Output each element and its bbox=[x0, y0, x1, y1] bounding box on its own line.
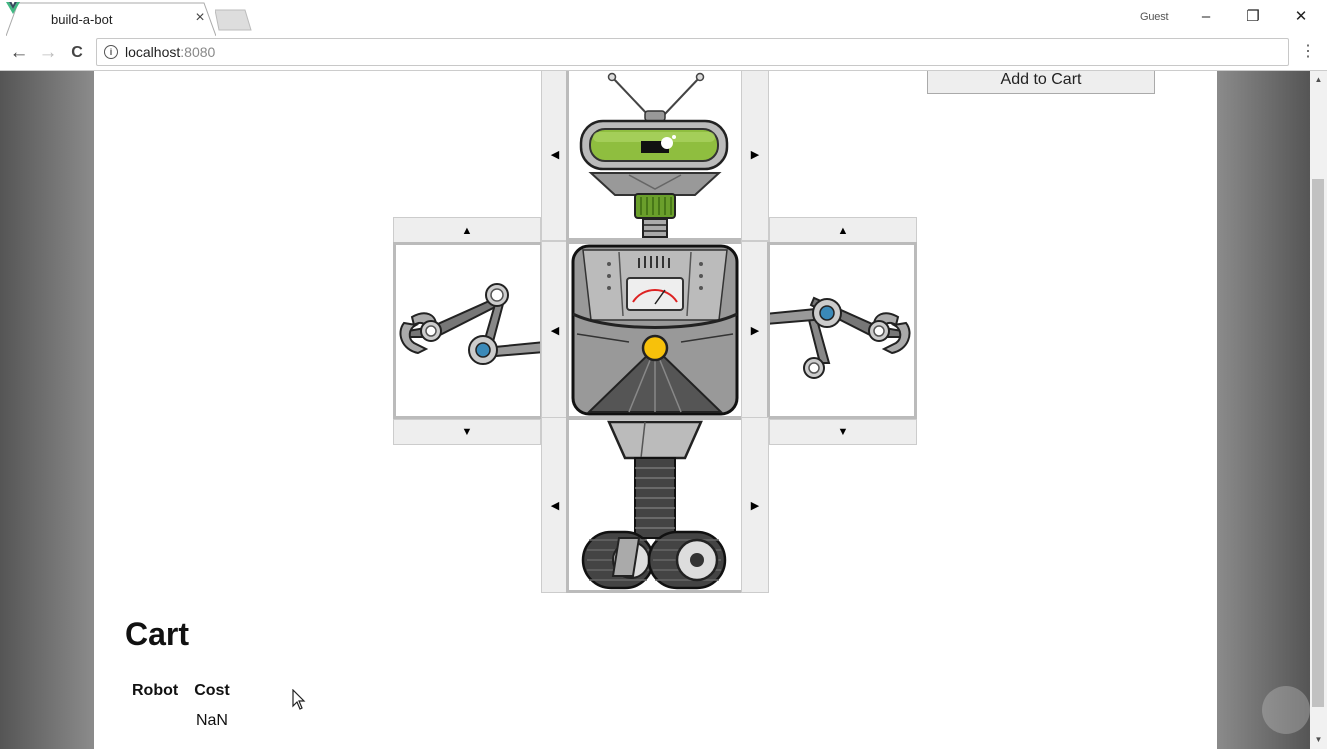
scroll-thumb[interactable] bbox=[1312, 179, 1324, 707]
torso-prev-button[interactable]: ◀ bbox=[541, 241, 569, 419]
add-to-cart-button[interactable]: Add to Cart bbox=[927, 71, 1155, 94]
robot-base-image bbox=[581, 420, 727, 590]
tab-strip: build-a-bot × Guest – ❐ ✕ bbox=[0, 0, 1327, 36]
scroll-down-icon[interactable]: ▼ bbox=[1310, 735, 1327, 744]
vue-logo-icon bbox=[6, 2, 20, 14]
head-prev-button[interactable]: ◀ bbox=[541, 71, 569, 241]
browser-tab[interactable]: build-a-bot × bbox=[6, 2, 216, 36]
base-next-button[interactable]: ▶ bbox=[741, 417, 769, 593]
page-content: Add to Cart ◀ ▶ ▲ ▼ ◀ ▶ ▲ ▼ ◀ ▶ Cart Rob… bbox=[94, 71, 1217, 749]
right-arm-next-button[interactable]: ▼ bbox=[769, 419, 917, 445]
robot-left-arm-image bbox=[399, 283, 557, 365]
profile-label[interactable]: Guest bbox=[1140, 11, 1169, 23]
head-part bbox=[566, 71, 744, 241]
cart-title: Cart bbox=[125, 616, 190, 652]
scroll-up-icon[interactable]: ▲ bbox=[1310, 75, 1327, 84]
left-arm-prev-button[interactable]: ▲ bbox=[393, 217, 541, 244]
minimize-icon[interactable]: – bbox=[1184, 4, 1228, 30]
url-host: localhost bbox=[125, 44, 181, 60]
page-viewport: Add to Cart ◀ ▶ ▲ ▼ ◀ ▶ ▲ ▼ ◀ ▶ Cart Rob… bbox=[0, 71, 1310, 749]
right-arm-prev-button[interactable]: ▲ bbox=[769, 217, 917, 244]
url-text[interactable]: localhost:8080 bbox=[125, 44, 215, 60]
base-part bbox=[566, 417, 744, 593]
cart-table: Robot Cost NaN bbox=[124, 679, 238, 739]
close-window-icon[interactable]: ✕ bbox=[1279, 4, 1323, 30]
play-overlay-icon bbox=[1262, 686, 1310, 734]
tab-title: build-a-bot bbox=[51, 12, 113, 27]
info-icon[interactable]: i bbox=[104, 45, 118, 59]
robot-cell bbox=[124, 703, 186, 739]
browser-toolbar: ← → C i localhost:8080 ⋮ bbox=[0, 36, 1327, 71]
cost-column-header: Cost bbox=[194, 682, 230, 699]
robot-head-image bbox=[579, 72, 729, 238]
browser-menu-icon[interactable]: ⋮ bbox=[1299, 42, 1317, 62]
page-scrollbar[interactable]: ▲ ▼ bbox=[1310, 71, 1327, 749]
left-arm-part bbox=[393, 242, 557, 419]
url-port: :8080 bbox=[180, 44, 216, 60]
right-arm-part bbox=[753, 242, 917, 419]
reload-icon[interactable]: C bbox=[65, 41, 89, 65]
restore-icon[interactable]: ❐ bbox=[1231, 4, 1275, 30]
cost-cell: NaN bbox=[195, 712, 228, 729]
torso-part bbox=[566, 241, 744, 419]
robot-torso-image bbox=[571, 244, 739, 416]
tab-close-icon[interactable]: × bbox=[191, 9, 209, 27]
forward-arrow-icon[interactable]: → bbox=[36, 41, 60, 65]
robot-right-arm-image bbox=[753, 296, 911, 379]
table-row: NaN bbox=[124, 703, 238, 739]
back-arrow-icon[interactable]: ← bbox=[7, 41, 31, 65]
address-bar[interactable]: i localhost:8080 bbox=[96, 38, 1289, 66]
robot-column-header: Robot bbox=[132, 682, 179, 699]
left-arm-next-button[interactable]: ▼ bbox=[393, 419, 541, 445]
head-next-button[interactable]: ▶ bbox=[741, 71, 769, 241]
new-tab-button[interactable] bbox=[215, 9, 255, 31]
torso-next-button[interactable]: ▶ bbox=[741, 241, 769, 419]
mouse-cursor-icon bbox=[292, 689, 306, 710]
base-prev-button[interactable]: ◀ bbox=[541, 417, 569, 593]
cart-header-row: Robot Cost bbox=[124, 679, 238, 703]
